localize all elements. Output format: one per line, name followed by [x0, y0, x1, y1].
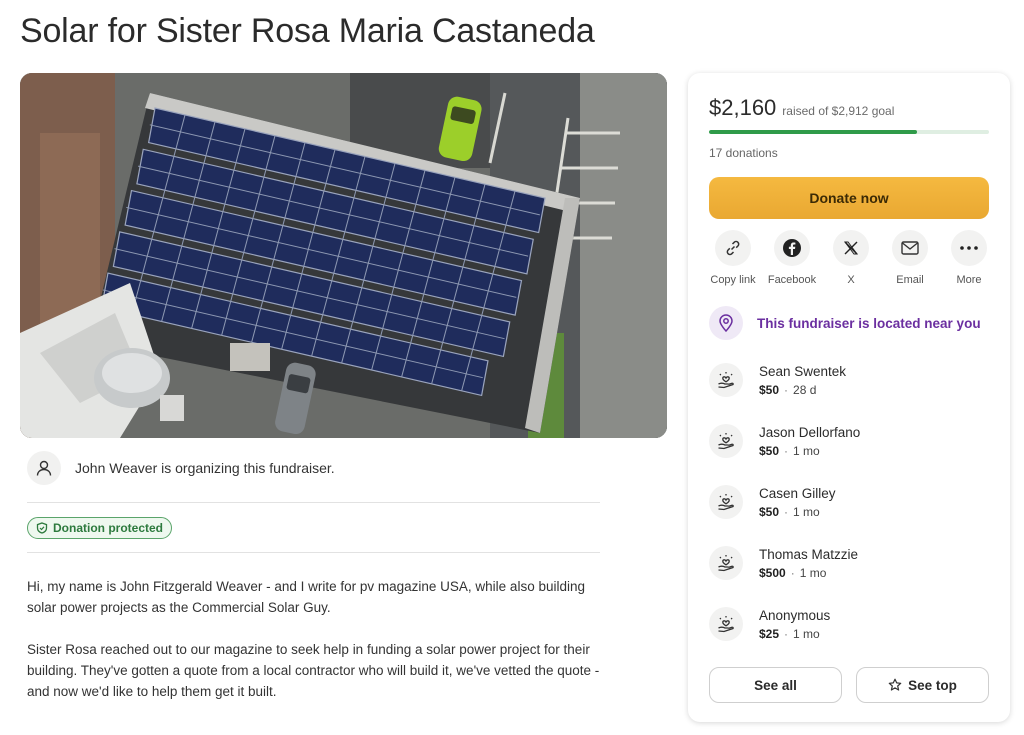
- share-label: More: [956, 274, 982, 286]
- donor-meta: $50 · 28 d: [759, 383, 846, 397]
- donor-amount: $50: [759, 443, 780, 458]
- donor-meta: $50 · 1 mo: [759, 444, 860, 458]
- raised-goal: raised of $2,912 goal: [782, 104, 895, 118]
- user-icon: [27, 451, 61, 485]
- donor-time: 1 mo: [799, 565, 827, 580]
- donor-time: 28 d: [793, 382, 817, 397]
- organizer-text: John Weaver is organizing this fundraise…: [75, 460, 335, 476]
- progress-fill: [709, 130, 917, 134]
- organizer-row: John Weaver is organizing this fundraise…: [27, 451, 335, 485]
- donor-meta: $500 · 1 mo: [759, 566, 858, 580]
- donor-item: Thomas Matzzie $500 · 1 mo: [709, 546, 858, 580]
- share-label: Copy link: [710, 274, 756, 286]
- divider: [27, 502, 600, 503]
- hero-image[interactable]: [20, 73, 667, 438]
- story-paragraph: Hi, my name is John Fitzgerald Weaver - …: [27, 579, 585, 615]
- separator-dot: ·: [790, 565, 795, 580]
- donor-item: Sean Swentek $50 · 28 d: [709, 363, 846, 397]
- story-paragraph: Sister Rosa reached out to our magazine …: [27, 642, 600, 699]
- facebook-icon[interactable]: [774, 230, 810, 266]
- share-row: Copy link Facebook X Email More: [704, 230, 998, 286]
- donor-meta: $50 · 1 mo: [759, 505, 836, 519]
- heart-hand-icon: [709, 485, 743, 519]
- divider: [27, 552, 600, 553]
- progress-bar: [709, 130, 989, 134]
- nearby-text: This fundraiser is located near you: [757, 315, 981, 331]
- share-label: Email: [896, 274, 924, 286]
- x-icon[interactable]: [833, 230, 869, 266]
- shield-icon: [36, 522, 48, 534]
- donor-name: Casen Gilley: [759, 485, 836, 501]
- donate-now-button[interactable]: Donate now: [709, 177, 989, 219]
- see-top-button[interactable]: See top: [856, 667, 989, 703]
- donor-time: 1 mo: [793, 504, 820, 519]
- donations-count[interactable]: 17 donations: [709, 146, 778, 160]
- separator-dot: ·: [784, 626, 789, 641]
- donation-panel: $2,160 raised of $2,912 goal 17 donation…: [688, 73, 1010, 722]
- raised-amount: $2,160: [709, 95, 777, 120]
- separator-dot: ·: [784, 382, 789, 397]
- donor-amount: $50: [759, 504, 780, 519]
- see-all-label: See all: [754, 677, 797, 693]
- donor-item: Jason Dellorfano $50 · 1 mo: [709, 424, 860, 458]
- link-icon[interactable]: [715, 230, 751, 266]
- donor-amount: $500: [759, 565, 786, 580]
- page-title: Solar for Sister Rosa Maria Castaneda: [20, 12, 595, 50]
- separator-dot: ·: [784, 504, 789, 519]
- donor-time: 1 mo: [793, 443, 820, 458]
- donor-name: Sean Swentek: [759, 363, 847, 379]
- donor-time: 1 mo: [793, 626, 820, 641]
- donor-item: Anonymous $25 · 1 mo: [709, 607, 830, 641]
- heart-hand-icon: [709, 607, 743, 641]
- share-label: X: [847, 274, 855, 286]
- nearby-notice: This fundraiser is located near you: [709, 306, 981, 340]
- share-email[interactable]: Email: [881, 230, 939, 286]
- donor-name: Jason Dellorfano: [759, 424, 861, 440]
- email-icon[interactable]: [892, 230, 928, 266]
- rooftop-solar-photo: [20, 73, 667, 438]
- share-label: Facebook: [767, 274, 817, 286]
- donor-item: Casen Gilley $50 · 1 mo: [709, 485, 836, 519]
- see-top-label: See top: [908, 677, 957, 693]
- donor-name: Thomas Matzzie: [759, 546, 859, 562]
- share-facebook[interactable]: Facebook: [763, 230, 821, 286]
- separator-dot: ·: [784, 443, 789, 458]
- donor-amount: $50: [759, 382, 780, 397]
- share-more[interactable]: More: [940, 230, 998, 286]
- share-copy-link[interactable]: Copy link: [704, 230, 762, 286]
- raised-summary: $2,160 raised of $2,912 goal: [709, 95, 894, 121]
- star-icon: [888, 678, 902, 691]
- more-icon[interactable]: [951, 230, 987, 266]
- heart-hand-icon: [709, 424, 743, 458]
- location-pin-icon: [709, 306, 743, 340]
- story-text: Hi, my name is John Fitzgerald Weaver - …: [27, 576, 607, 702]
- see-all-button[interactable]: See all: [709, 667, 842, 703]
- donation-protected-badge[interactable]: Donation protected: [27, 517, 172, 539]
- heart-hand-icon: [709, 546, 743, 580]
- donor-meta: $25 · 1 mo: [759, 627, 830, 641]
- heart-hand-icon: [709, 363, 743, 397]
- share-x[interactable]: X: [822, 230, 880, 286]
- donor-name: Anonymous: [759, 607, 831, 623]
- donor-amount: $25: [759, 626, 780, 641]
- donation-protected-label: Donation protected: [53, 521, 163, 535]
